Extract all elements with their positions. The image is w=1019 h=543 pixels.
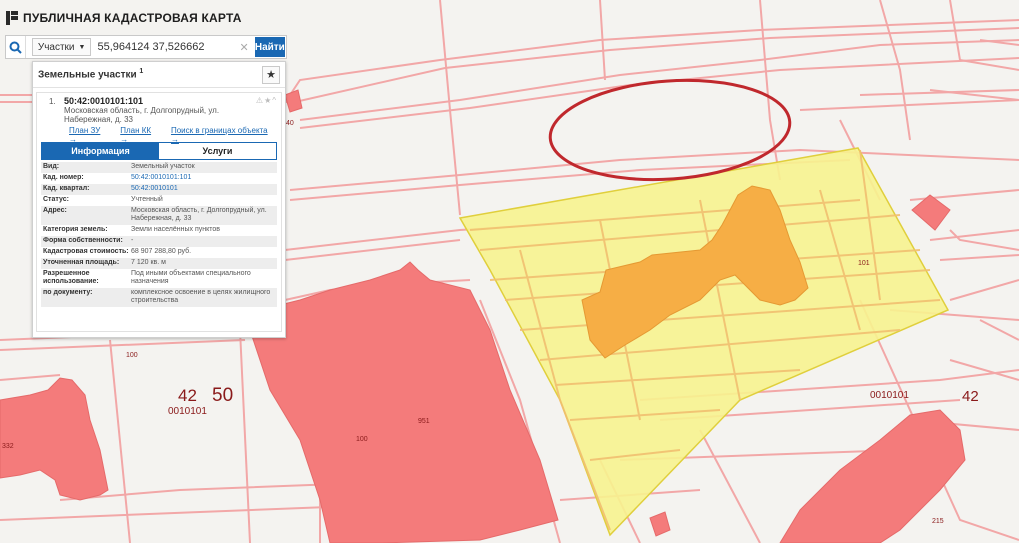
property-value: 68 907 288,80 руб. [131, 248, 192, 255]
district-label-50: 50 [212, 385, 233, 406]
search-bar: Участки ▼ ✕ Найти [5, 35, 287, 59]
property-value: Московская область, г. Долгопрудный, ул.… [131, 207, 267, 222]
property-label: по документу: [43, 289, 93, 296]
panel-title: Земельные участки 1 [38, 68, 144, 81]
property-row: Разрешенное использование: Под иными объе… [41, 269, 277, 288]
property-row: Уточненная площадь: 7 120 кв. м [41, 258, 277, 269]
property-label: Кад. квартал: [43, 185, 90, 192]
parcel-label-215: 215 [932, 518, 944, 525]
property-label: Адрес: [43, 207, 67, 214]
parcel-label-100: 100 [126, 352, 138, 359]
property-label: Разрешенное использование: [43, 270, 99, 285]
property-value[interactable]: 50:42:0010101 [131, 185, 277, 193]
property-value: 7 120 кв. м [131, 259, 166, 266]
search-type-label: Участки [37, 41, 75, 53]
property-row: по документу: комплексное освоение в целя… [41, 288, 277, 307]
close-icon[interactable]: ✕ [239, 41, 248, 54]
search-type-select[interactable]: Участки ▼ [31, 38, 92, 56]
link-plan-zu[interactable]: План ЗУ → [69, 126, 110, 144]
pkk-logo-icon[interactable] [6, 11, 18, 25]
parcel-label-100-b: 100 [356, 436, 368, 443]
property-label: Вид: [43, 163, 60, 170]
property-value: комплексное освоение в целях жилищного с… [131, 289, 271, 304]
app-title: ПУБЛИЧНАЯ КАДАСТРОВАЯ КАРТА [23, 11, 242, 25]
property-value: - [131, 237, 134, 244]
result-tabs: Информация Услуги [41, 142, 277, 160]
result-header: 1. 50:42:0010101:101 Московская область,… [37, 93, 281, 144]
search-icon[interactable] [6, 36, 26, 58]
star-icon[interactable]: ★ [262, 65, 280, 84]
search-input[interactable] [97, 38, 240, 56]
result-index: 1. [49, 97, 56, 106]
link-search-bounds[interactable]: Поиск в границах объекта → [171, 126, 277, 144]
property-value: Под иными объектами специального назначе… [131, 270, 251, 285]
result-address: Московская область, г. Долгопрудный, ул.… [64, 106, 220, 124]
property-value: Учтенный [131, 196, 163, 203]
results-panel: Земельные участки 1 ★ 1. 50:42:0010101:1… [32, 61, 286, 338]
quarter-code-left: 0010101 [168, 406, 207, 417]
property-value: Земельный участок [131, 163, 195, 170]
property-row: Кадастровая стоимость: 68 907 288,80 руб. [41, 247, 277, 258]
result-links: План ЗУ → План КК → Поиск в границах объ… [69, 126, 277, 144]
property-label: Кад. номер: [43, 174, 84, 181]
quarter-label-42-left: 42 [178, 386, 197, 405]
property-row: Форма собственности: - [41, 236, 277, 247]
parcel-label-951: 951 [418, 418, 430, 425]
parcel-label-40: 40 [286, 120, 294, 127]
property-value: Земли населённых пунктов [131, 226, 221, 233]
properties-table: Вид: Земельный участок Кад. номер: 50:42:00… [41, 162, 277, 307]
property-row: Категория земель: Земли населённых пункто… [41, 225, 277, 236]
parcel-label-332: 332 [2, 443, 14, 450]
property-label: Категория земель: [43, 226, 108, 233]
result-item[interactable]: 1. 50:42:0010101:101 Московская область,… [36, 92, 282, 332]
tab-info[interactable]: Информация [42, 143, 159, 159]
property-row: Адрес: Московская область, г. Долгопрудны… [41, 206, 277, 225]
property-row: Кад. номер: 50:42:0010101:101 [41, 173, 277, 184]
property-value[interactable]: 50:42:0010101:101 [131, 174, 277, 182]
property-label: Форма собственности: [43, 237, 123, 244]
app-header: ПУБЛИЧНАЯ КАДАСТРОВАЯ КАРТА [0, 0, 1019, 36]
quarter-code-right: 0010101 [870, 390, 909, 401]
parcel-label-101: 101 [858, 260, 870, 267]
property-label: Кадастровая стоимость: [43, 248, 129, 255]
result-cad-id[interactable]: 50:42:0010101:101 [64, 96, 277, 106]
property-row: Статус: Учтенный [41, 195, 277, 206]
property-label: Уточненная площадь: [43, 259, 120, 266]
property-row: Кад. квартал: 50:42:0010101 [41, 184, 277, 195]
property-label: Статус: [43, 196, 69, 203]
panel-header: Земельные участки 1 ★ [33, 62, 285, 88]
link-plan-kk[interactable]: План КК → [120, 126, 161, 144]
result-action-icons[interactable]: ⚠★^ [256, 96, 277, 105]
caret-down-icon: ▼ [78, 43, 86, 51]
quarter-label-42-right: 42 [962, 388, 979, 405]
results-count: 1 [139, 68, 144, 76]
property-row: Вид: Земельный участок [41, 162, 277, 173]
tab-services[interactable]: Услуги [159, 143, 276, 159]
find-button[interactable]: Найти [254, 37, 285, 57]
